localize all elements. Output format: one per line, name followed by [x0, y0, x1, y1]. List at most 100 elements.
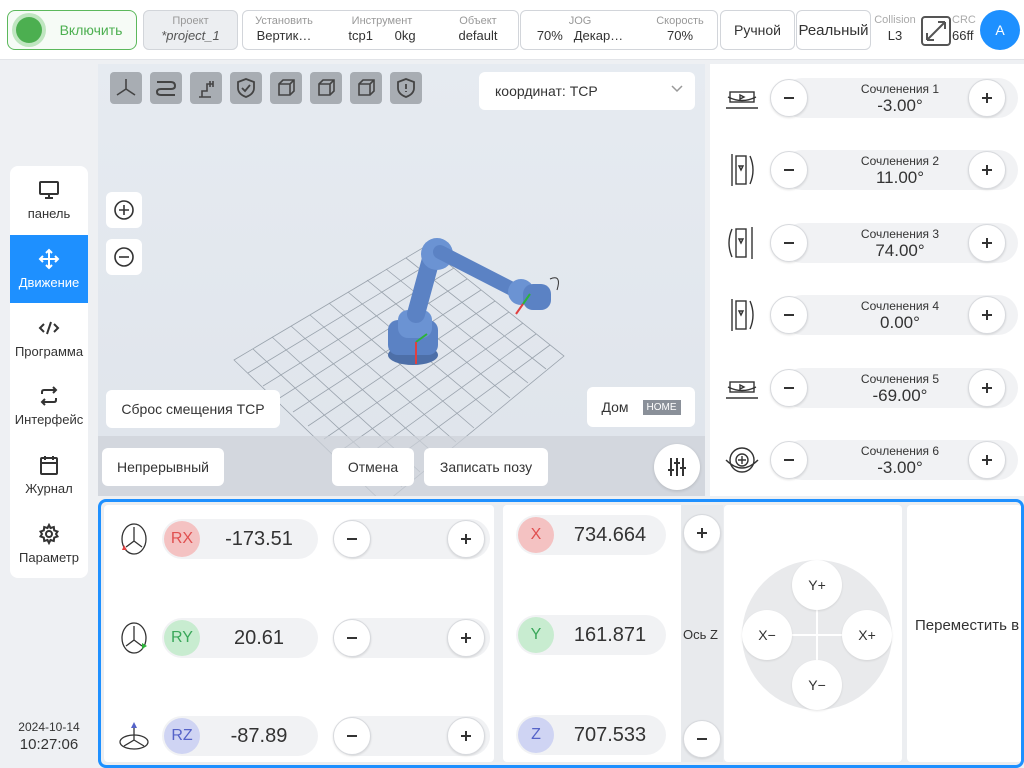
- cube-side-icon[interactable]: [310, 72, 342, 104]
- nav-item-motion[interactable]: Движение: [10, 234, 88, 304]
- axes-view-icon[interactable]: [110, 72, 142, 104]
- project-value: *project_1: [161, 28, 220, 43]
- nav-label-program: Программа: [14, 343, 84, 359]
- mode-manual-button[interactable]: Ручной: [720, 10, 795, 50]
- object-label: Объект: [459, 15, 497, 27]
- nav-item-journal[interactable]: Журнал: [10, 441, 88, 510]
- joint-6-minus-button[interactable]: [770, 441, 808, 479]
- rotation-section: RX -173.51 RY 20.61 RZ -87.89: [104, 505, 494, 762]
- zoom-out-button[interactable]: [106, 239, 142, 275]
- jog-selector[interactable]: JOG 70% Декар…: [521, 11, 639, 49]
- minus-icon: [784, 314, 794, 316]
- nav-item-interface[interactable]: Интерфейс: [10, 372, 88, 441]
- joint-5-plus-button[interactable]: [968, 369, 1006, 407]
- robot-arm: [388, 238, 559, 365]
- joint-row-2: Сочленения 2 11.00°: [710, 140, 1024, 200]
- object-selector[interactable]: Объект default: [439, 11, 517, 49]
- user-avatar[interactable]: A: [980, 10, 1020, 50]
- y-plus-button[interactable]: Y+: [792, 560, 842, 610]
- reset-tcp-offset-button[interactable]: Сброс смещения TCP: [106, 390, 280, 428]
- path-view-icon[interactable]: [150, 72, 182, 104]
- move-to-label: Переместить в: [915, 617, 1020, 634]
- cancel-button[interactable]: Отмена: [332, 448, 414, 486]
- y-value-display: Y 161.871: [516, 615, 666, 655]
- x-minus-button[interactable]: X−: [742, 610, 792, 660]
- cartesian-jog-panel: RX -173.51 RY 20.61 RZ -87.89 X 734.664 …: [98, 499, 1024, 768]
- joint-2-plus-button[interactable]: [968, 151, 1006, 189]
- z-plus-button[interactable]: [683, 514, 721, 552]
- joint-3-minus-button[interactable]: [770, 224, 808, 262]
- zoom-in-button[interactable]: [106, 192, 142, 228]
- rx-plus-button[interactable]: [447, 520, 485, 558]
- shield-alert-icon[interactable]: [390, 72, 422, 104]
- joint-wrist2-icon: [726, 381, 758, 399]
- collision-label: Collision: [874, 14, 916, 26]
- x-axis-badge: X: [518, 517, 554, 553]
- joint-wrist3-icon: [725, 447, 759, 473]
- nav-item-parameter[interactable]: Параметр: [10, 509, 88, 578]
- minus-icon: [347, 538, 357, 540]
- joint-4-plus-button[interactable]: [968, 296, 1006, 334]
- x-plus-button[interactable]: X+: [842, 610, 892, 660]
- expand-icon[interactable]: [921, 16, 951, 46]
- collision-value: L3: [887, 28, 903, 43]
- joint-5-minus-button[interactable]: [770, 369, 808, 407]
- adjust-settings-button[interactable]: [654, 444, 700, 490]
- power-button[interactable]: Включить: [7, 10, 137, 50]
- ry-plus-button[interactable]: [447, 619, 485, 657]
- nav-item-panel[interactable]: панель: [10, 166, 88, 235]
- home-button[interactable]: Дом HOME: [587, 387, 695, 427]
- rz-axis-badge: RZ: [164, 718, 200, 754]
- joint-3-plus-button[interactable]: [968, 224, 1006, 262]
- speed-selector[interactable]: Скорость 70%: [643, 11, 717, 49]
- y-minus-button[interactable]: Y−: [792, 660, 842, 710]
- nav-item-program[interactable]: Программа: [10, 303, 88, 372]
- joint-base-icon: [726, 91, 758, 109]
- mode-real-button[interactable]: Реальный: [796, 10, 871, 50]
- plus-icon: [982, 383, 992, 393]
- xy-jog-section: Y+ Y− X− X+: [724, 505, 902, 762]
- joint-1-plus-button[interactable]: [968, 79, 1006, 117]
- xy-jog-pad: Y+ Y− X− X+: [742, 560, 892, 710]
- tool-selector[interactable]: Инструмент tcp1 0kg: [329, 11, 435, 49]
- shield-check-icon[interactable]: [230, 72, 262, 104]
- zoom-out-icon: [114, 247, 134, 267]
- rz-row: RZ -87.89: [104, 714, 494, 758]
- z-minus-button[interactable]: [683, 720, 721, 758]
- ry-row: RY 20.61: [104, 616, 494, 660]
- robot-3d-viewport[interactable]: координат: TCP Сброс смещения TCP Дом HO…: [98, 64, 705, 496]
- joint-6-plus-button[interactable]: [968, 441, 1006, 479]
- tool-payload: 0kg: [394, 28, 416, 43]
- swap-icon: [38, 385, 60, 407]
- cube-top-icon[interactable]: [350, 72, 382, 104]
- rz-minus-button[interactable]: [333, 717, 371, 755]
- rz-plus-button[interactable]: [447, 717, 485, 755]
- jog-label: JOG: [568, 15, 592, 27]
- plus-icon: [982, 310, 992, 320]
- ry-minus-button[interactable]: [333, 619, 371, 657]
- joint-1-minus-button[interactable]: [770, 79, 808, 117]
- rx-minus-button[interactable]: [333, 520, 371, 558]
- coordinate-select[interactable]: координат: TCP: [479, 72, 695, 110]
- nav-label-interface: Интерфейс: [14, 412, 84, 428]
- continuous-button[interactable]: Непрерывный: [102, 448, 224, 486]
- install-selector[interactable]: Установить Вертик…: [243, 11, 325, 49]
- gear-icon: [38, 522, 60, 545]
- joint-4-minus-button[interactable]: [770, 296, 808, 334]
- collision-status[interactable]: Collision L3: [872, 14, 918, 43]
- plus-icon: [982, 93, 992, 103]
- tool-label: Инструмент: [351, 15, 413, 27]
- sliders-icon: [668, 458, 686, 476]
- record-pose-button[interactable]: Записать позу: [424, 448, 548, 486]
- rz-value: -87.89: [230, 724, 288, 747]
- cube-front-icon[interactable]: [270, 72, 302, 104]
- rotate-y-icon: [121, 622, 147, 654]
- project-selector[interactable]: Проект *project_1: [143, 10, 238, 50]
- install-value: Вертик…: [256, 28, 312, 43]
- move-to-button[interactable]: Переместить в: [907, 505, 1021, 762]
- jog-speed: 70%: [536, 28, 563, 43]
- zoom-in-icon: [114, 200, 134, 220]
- joint-2-minus-button[interactable]: [770, 151, 808, 189]
- monitor-icon: [38, 179, 60, 201]
- robot-view-icon[interactable]: [190, 72, 222, 104]
